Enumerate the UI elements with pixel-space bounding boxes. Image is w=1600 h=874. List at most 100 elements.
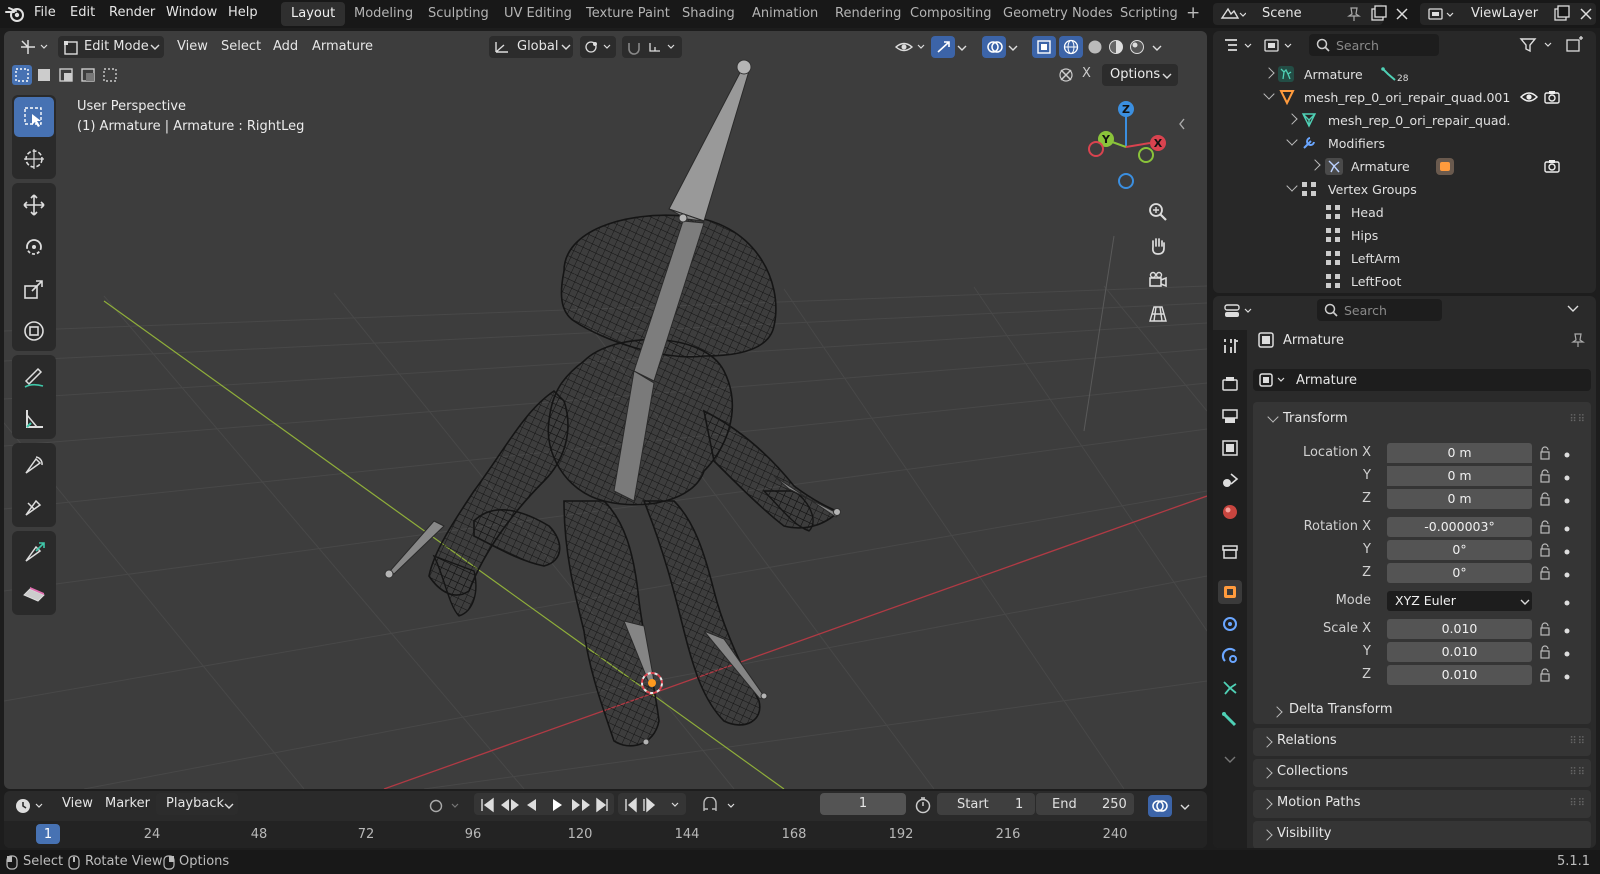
selection-mode-icons[interactable] — [12, 65, 124, 85]
menu-select[interactable]: Select — [221, 36, 261, 58]
viewport-3d[interactable]: Edit Mode View Select Add Armature Globa… — [4, 31, 1207, 789]
tab-object[interactable] — [1218, 580, 1242, 604]
outliner-row-mesh-data[interactable]: mesh_rep_0_ori_repair_quad. — [1213, 109, 1596, 132]
tab-uv-editing[interactable]: UV Editing — [494, 2, 582, 26]
move-tool[interactable] — [14, 185, 54, 225]
tab-modifiers[interactable] — [1218, 612, 1242, 636]
menu-edit[interactable]: Edit — [70, 5, 95, 20]
tab-object-data[interactable] — [1218, 676, 1242, 700]
camera-view-button[interactable] — [1143, 265, 1173, 295]
menu-help[interactable]: Help — [228, 5, 258, 20]
new-collection-icon[interactable] — [1565, 36, 1585, 54]
pin-icon[interactable] — [1347, 6, 1361, 22]
rotation-x-field[interactable]: -0.000003° — [1387, 517, 1532, 537]
eye-icon[interactable] — [1520, 90, 1538, 104]
new-scene-icon[interactable] — [1370, 5, 1388, 23]
shear-tool[interactable] — [14, 575, 54, 615]
editor-type-icon[interactable] — [18, 37, 50, 57]
chevron-down-icon[interactable] — [1008, 44, 1018, 52]
tab-world[interactable] — [1218, 500, 1242, 524]
camera-render-icon[interactable] — [1544, 89, 1560, 105]
remove-view-layer-icon[interactable] — [1577, 5, 1595, 23]
scale-z-field[interactable]: 0.010 — [1387, 665, 1532, 685]
outliner-row-vertex-group[interactable]: Hips — [1213, 224, 1596, 247]
drag-handle-icon[interactable]: ⠿⠿ — [1569, 798, 1586, 809]
tab-constraints[interactable] — [1218, 644, 1242, 668]
pin-icon[interactable] — [1571, 332, 1585, 348]
scale-x-field[interactable]: 0.010 — [1387, 619, 1532, 639]
tab-collection[interactable] — [1218, 540, 1242, 564]
stopwatch-icon[interactable] — [914, 796, 932, 814]
menu-render[interactable]: Render — [109, 5, 155, 20]
chevron-down-icon[interactable] — [957, 44, 967, 52]
rotation-z-field[interactable]: 0° — [1387, 563, 1532, 583]
scale-y-field[interactable]: 0.010 — [1387, 642, 1532, 662]
collections-title[interactable]: Collections — [1277, 764, 1348, 779]
outliner-row-vertex-group[interactable]: LeftFoot — [1213, 270, 1596, 293]
material-shading-icon[interactable] — [1108, 39, 1124, 55]
cursor-tool[interactable] — [14, 139, 54, 179]
chevron-down-icon[interactable] — [1152, 44, 1162, 52]
transform-tool[interactable] — [14, 311, 54, 351]
location-y-field[interactable]: 0 m — [1387, 466, 1532, 486]
keyframe-jump-icons[interactable] — [622, 797, 686, 813]
solid-shading-icon[interactable] — [1087, 39, 1103, 55]
tab-texture-paint[interactable]: Texture Paint — [576, 2, 680, 26]
playback-controls-icons[interactable] — [480, 797, 610, 813]
scale-tool[interactable] — [14, 269, 54, 309]
visibility-title[interactable]: Visibility — [1277, 826, 1331, 841]
remove-scene-icon[interactable] — [1393, 5, 1411, 23]
perspective-toggle-button[interactable] — [1143, 299, 1173, 329]
tab-modeling[interactable]: Modeling — [344, 2, 423, 26]
tab-shading[interactable]: Shading — [672, 2, 745, 26]
outliner-row-vertex-group[interactable]: Head — [1213, 201, 1596, 224]
tab-scene[interactable] — [1218, 468, 1242, 492]
tab-render[interactable] — [1218, 372, 1242, 396]
timeline-menu-marker[interactable]: Marker — [105, 793, 150, 815]
filter-icon[interactable] — [1519, 36, 1557, 54]
annotate-tool[interactable] — [14, 357, 54, 397]
outliner-row-armature-modifier[interactable]: Armature — [1213, 155, 1596, 178]
sidebar-toggle-icon[interactable] — [1177, 117, 1187, 131]
navigation-gizmo[interactable]: Z Y X — [1084, 97, 1174, 193]
bone-size-tool[interactable] — [14, 487, 54, 527]
extrude-tool[interactable] — [14, 533, 54, 573]
outliner-row-armature[interactable]: Armature 28 — [1213, 63, 1596, 86]
lock-and-keyframe-icons[interactable] — [1540, 446, 1580, 686]
tab-sculpting[interactable]: Sculpting — [418, 2, 499, 26]
outliner-row-vertex-groups[interactable]: Vertex Groups — [1213, 178, 1596, 201]
zoom-button[interactable] — [1143, 197, 1173, 227]
rendered-shading-icon[interactable] — [1129, 39, 1145, 55]
tab-compositing[interactable]: Compositing — [900, 2, 1002, 26]
new-view-layer-icon[interactable] — [1553, 5, 1571, 23]
chevron-down-icon[interactable] — [1180, 803, 1190, 811]
object-link-icon[interactable] — [1436, 158, 1454, 175]
properties-editor-icon[interactable] — [1223, 302, 1257, 320]
outliner-editor-icon[interactable] — [1223, 37, 1257, 55]
chevron-down-icon[interactable] — [1567, 304, 1579, 314]
drag-handle-icon[interactable]: ⠿⠿ — [1569, 736, 1586, 747]
location-z-field[interactable]: 0 m — [1387, 489, 1532, 509]
tool-settings-icon[interactable] — [1057, 66, 1079, 84]
auto-keying-icon[interactable] — [428, 797, 468, 815]
transform-title[interactable]: Transform — [1283, 411, 1348, 426]
menu-window[interactable]: Window — [166, 5, 217, 20]
location-x-field[interactable]: 0 m — [1387, 443, 1532, 463]
keying-set-icon[interactable] — [700, 797, 744, 815]
tab-animation[interactable]: Animation — [742, 2, 828, 26]
blender-logo-icon[interactable] — [4, 4, 26, 24]
select-box-tool[interactable] — [14, 97, 54, 137]
outliner-row-vertex-group[interactable]: LeftArm — [1213, 247, 1596, 270]
tab-bone[interactable] — [1218, 708, 1242, 732]
relations-title[interactable]: Relations — [1277, 733, 1337, 748]
measure-tool[interactable] — [14, 399, 54, 439]
tab-view-layer[interactable] — [1218, 436, 1242, 460]
outliner-row-modifiers[interactable]: Modifiers — [1213, 132, 1596, 155]
display-mode-icon[interactable] — [1263, 37, 1297, 55]
viewport-canvas[interactable] — [4, 31, 1207, 789]
current-frame-field[interactable]: 1 — [820, 793, 906, 815]
rotation-mode-select[interactable]: XYZ Euler — [1387, 591, 1532, 611]
menu-file[interactable]: File — [34, 5, 56, 20]
add-workspace-icon[interactable]: + — [1186, 3, 1200, 23]
motion-paths-title[interactable]: Motion Paths — [1277, 795, 1361, 810]
